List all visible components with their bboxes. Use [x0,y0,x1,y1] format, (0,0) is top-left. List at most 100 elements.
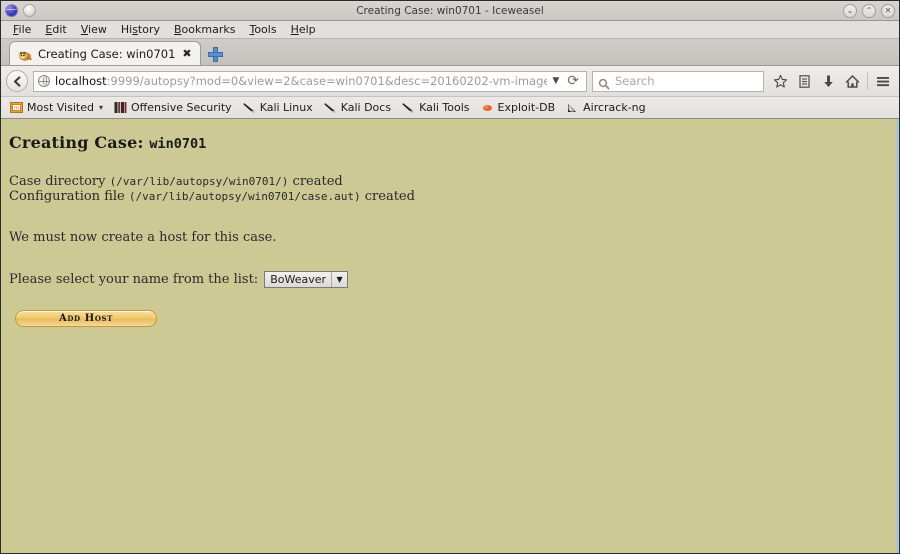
new-tab-button[interactable] [207,47,223,62]
autopsy-create-case-page: Creating Case: win0701 Case directory (/… [1,119,896,327]
menu-history-post: tory [137,23,160,36]
bookmark-most-visited-label: Most Visited [27,101,94,114]
menu-view-post: iew [88,23,107,36]
add-host-button-label: Add Host [59,313,113,324]
url-path: :9999/autopsy?mod=0&view=2&case=win0701&… [106,74,548,88]
menu-hamburger-icon[interactable] [872,70,894,92]
bookmark-aircrack-ng[interactable]: Aircrack-ng [562,100,650,115]
toolbar-icons [769,70,894,92]
config-file-path: (/var/lib/autopsy/win0701/case.aut) [128,190,361,203]
bookmarks-toolbar: m Most Visited ▾ Offensive Security Kali… [1,97,899,119]
config-file-line: Configuration file (/var/lib/autopsy/win… [9,189,896,204]
url-host: localhost [55,74,107,88]
select-name-label: Please select your name from the list: [9,272,259,287]
menu-history[interactable]: History [115,22,166,37]
menu-tools[interactable]: Tools [243,22,282,37]
back-button[interactable] [6,70,28,92]
menu-file-post: ile [18,23,32,36]
exploitdb-icon [481,101,494,114]
bookmark-aircrack-ng-label: Aircrack-ng [583,101,646,114]
search-placeholder: Search [615,74,655,88]
offensive-security-icon [114,101,127,114]
window-app-icon [5,4,18,17]
search-box[interactable]: Search [592,70,764,92]
menu-edit[interactable]: Edit [39,22,72,37]
minimize-button[interactable]: ⌄ [843,3,857,18]
bookmark-exploit-db[interactable]: Exploit-DB [477,100,560,115]
bookmark-offensive-security-label: Offensive Security [130,101,232,114]
bookmark-offensive-security[interactable]: Offensive Security [110,100,236,115]
menu-file[interactable]: File [7,22,37,37]
spacer-before-select [9,245,896,271]
menu-view-key: V [80,23,89,36]
iceweasel-favicon-icon [18,47,32,61]
user-name-select-value: BoWeaver [265,272,333,287]
window-menu-button[interactable] [23,4,36,17]
most-visited-icon: m [10,101,23,114]
kali-dragon-icon [243,101,256,114]
bookmark-kali-docs[interactable]: Kali Docs [320,100,395,115]
page-title: Creating Case: win0701 [9,133,896,152]
bookmark-kali-docs-label: Kali Docs [340,101,392,114]
bookmark-kali-linux[interactable]: Kali Linux [239,100,317,115]
bookmark-star-icon[interactable] [769,70,791,92]
host-notice-text: We must now create a host for this case. [9,230,277,245]
menu-history-pre: Hi [120,23,133,36]
search-icon [598,75,610,90]
menu-edit-post: dit [52,23,67,36]
select-name-row: Please select your name from the list: B… [9,271,896,288]
chevron-down-icon[interactable]: ▾ [99,103,103,112]
browser-window: Creating Case: win0701 - Iceweasel ⌄ ⌃ ✕… [0,0,900,554]
spacer-before-notice [9,204,896,230]
close-button[interactable]: ✕ [881,3,895,18]
tab-creating-case[interactable]: Creating Case: win0701 ✖ [9,41,201,65]
navigation-toolbar: localhost:9999/autopsy?mod=0&view=2&case… [1,66,899,97]
site-identity-globe-icon[interactable] [38,75,50,87]
maximize-button[interactable]: ⌃ [862,3,876,18]
user-name-select[interactable]: BoWeaver ▼ [264,271,349,288]
kali-dragon-icon [402,101,415,114]
config-file-suffix: created [360,189,415,204]
window-controls: ⌄ ⌃ ✕ [843,3,895,18]
tab-title: Creating Case: win0701 [38,46,176,61]
reader-list-icon[interactable] [793,70,815,92]
menu-bookmarks-key: B [174,23,182,36]
reload-icon[interactable]: ⟳ [564,74,582,88]
config-file-prefix: Configuration file [9,189,129,204]
window-titlebar: Creating Case: win0701 - Iceweasel ⌄ ⌃ ✕ [1,1,899,21]
toolbar-separator [867,72,868,90]
downloads-icon[interactable] [817,70,839,92]
aircrack-icon [566,101,579,114]
case-directory-prefix: Case directory [9,174,110,189]
add-host-button[interactable]: Add Host [15,310,157,327]
titlebar-left-icons [5,4,36,17]
menu-tools-post: ools [254,23,277,36]
menu-view[interactable]: View [75,22,113,37]
menu-bookmarks[interactable]: Bookmarks [168,22,241,37]
url-text: localhost:9999/autopsy?mod=0&view=2&case… [55,74,547,88]
menu-help[interactable]: Help [285,22,322,37]
case-directory-line: Case directory (/var/lib/autopsy/win0701… [9,174,896,189]
bookmark-kali-tools[interactable]: Kali Tools [398,100,473,115]
address-bar[interactable]: localhost:9999/autopsy?mod=0&view=2&case… [33,70,587,92]
bookmark-kali-linux-label: Kali Linux [259,101,313,114]
home-icon[interactable] [841,70,863,92]
tab-close-icon[interactable]: ✖ [181,48,192,59]
bookmark-kali-tools-label: Kali Tools [419,101,470,114]
menu-bookmarks-post: ookmarks [181,23,236,36]
window-title: Creating Case: win0701 - Iceweasel [356,4,544,17]
chevron-down-icon: ▼ [336,275,343,284]
url-dropdown-icon[interactable]: ▼ [552,76,559,86]
svg-text:m: m [14,106,19,112]
bookmark-most-visited[interactable]: m Most Visited ▾ [6,100,107,115]
bookmark-exploit-db-label: Exploit-DB [497,101,556,114]
menu-help-post: elp [298,23,316,36]
page-viewport: Creating Case: win0701 Case directory (/… [1,119,899,553]
page-title-prefix: Creating Case: [9,133,144,152]
page-title-case-name: win0701 [149,136,207,152]
tab-strip: Creating Case: win0701 ✖ [1,39,899,66]
case-directory-suffix: created [288,174,343,189]
menubar: File Edit View History Bookmarks Tools H… [1,21,899,39]
case-directory-path: (/var/lib/autopsy/win0701/) [109,175,289,188]
spacer-after-title [9,152,896,174]
